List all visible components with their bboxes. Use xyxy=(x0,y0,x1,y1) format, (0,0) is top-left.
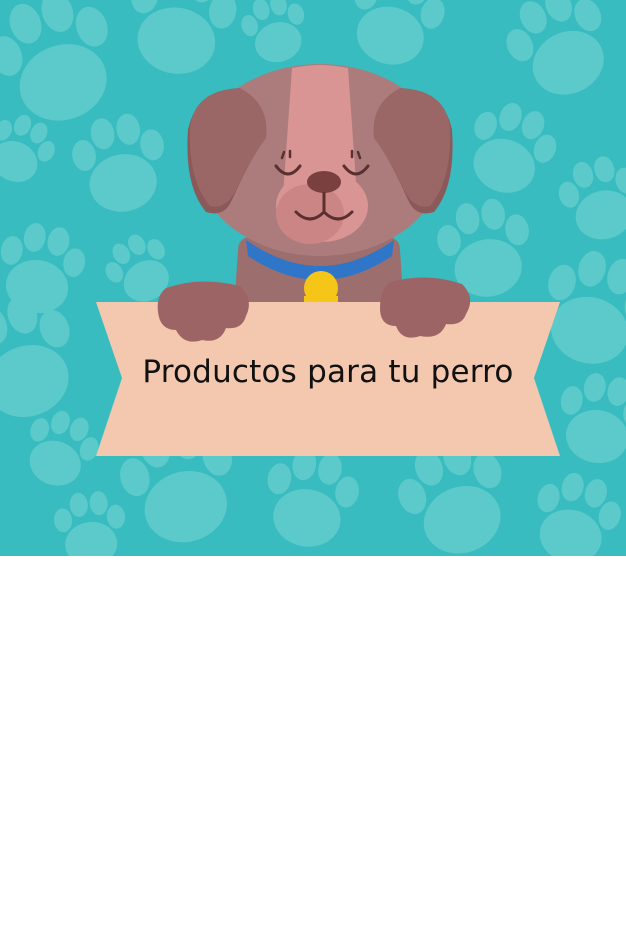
dog-nose xyxy=(307,171,341,193)
banner-title: Productos para tu perro xyxy=(142,354,514,390)
blank-area xyxy=(0,556,626,935)
hero-banner: Productos para tu perro xyxy=(0,0,626,556)
banner-illustration xyxy=(0,0,626,556)
